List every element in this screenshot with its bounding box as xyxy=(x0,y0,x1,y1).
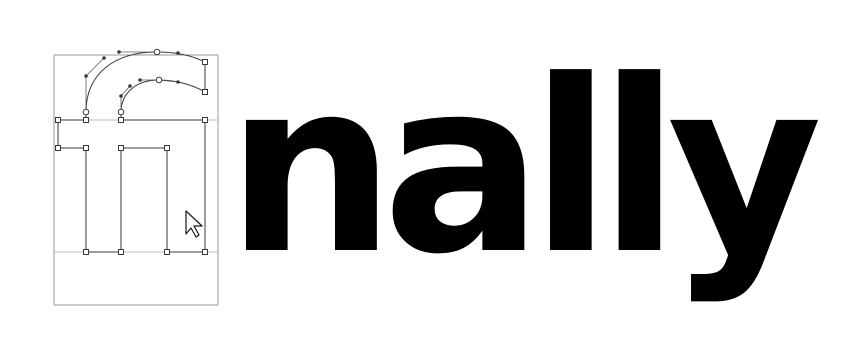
control-point[interactable] xyxy=(138,78,142,82)
glyph-bounding-box xyxy=(53,54,219,306)
anchor-point[interactable] xyxy=(55,117,61,123)
fi-ligature-outline[interactable] xyxy=(57,51,206,253)
anchor-point[interactable] xyxy=(202,117,208,123)
anchor-point[interactable] xyxy=(202,89,208,95)
anchor-point[interactable] xyxy=(164,145,170,151)
control-point[interactable] xyxy=(84,74,88,78)
anchor-point[interactable] xyxy=(118,145,124,151)
anchor-point[interactable] xyxy=(153,48,161,56)
control-point[interactable] xyxy=(117,50,121,54)
anchor-points[interactable] xyxy=(55,48,208,255)
canvas: { "word": { "full_text": "finally", "lig… xyxy=(0,0,847,354)
control-point[interactable] xyxy=(176,51,180,55)
anchor-point[interactable] xyxy=(202,249,208,255)
anchor-point[interactable] xyxy=(83,145,89,151)
control-point[interactable] xyxy=(176,80,180,84)
anchor-point[interactable] xyxy=(155,76,163,84)
control-point[interactable] xyxy=(128,84,132,88)
anchor-point[interactable] xyxy=(118,117,124,123)
control-point[interactable] xyxy=(102,56,106,60)
anchor-point[interactable] xyxy=(83,117,89,123)
anchor-point[interactable] xyxy=(118,249,124,255)
anchor-point[interactable] xyxy=(55,145,61,151)
anchor-point[interactable] xyxy=(117,108,125,116)
bezier-handles xyxy=(85,51,179,112)
anchor-point[interactable] xyxy=(202,59,208,65)
anchor-point[interactable] xyxy=(83,249,89,255)
arrow-pointer-icon xyxy=(185,210,203,238)
anchor-point[interactable] xyxy=(82,108,90,116)
control-point[interactable] xyxy=(119,94,123,98)
rendered-word-text: nally xyxy=(226,30,822,307)
anchor-point[interactable] xyxy=(164,249,170,255)
